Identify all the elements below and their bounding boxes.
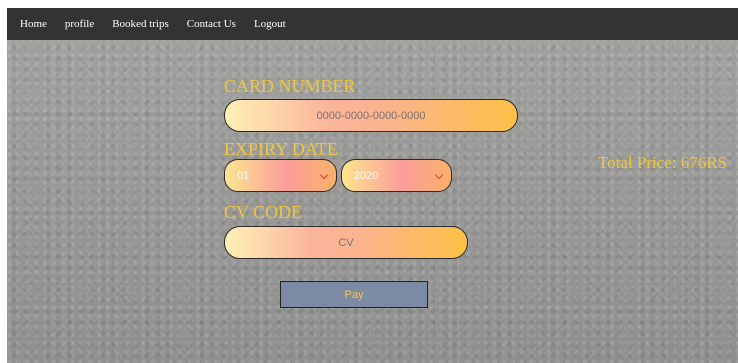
nav-booked-trips[interactable]: Booked trips: [103, 8, 178, 40]
expiry-date-label: EXPIRY DATE: [224, 139, 338, 159]
cv-code-input[interactable]: CV: [224, 226, 468, 259]
card-number-input[interactable]: 0000-0000-0000-0000: [224, 99, 518, 132]
chevron-down-icon: [434, 170, 444, 179]
cv-code-placeholder: CV: [338, 236, 354, 249]
card-number-label: CARD NUMBER: [224, 76, 356, 96]
nav-home[interactable]: Home: [7, 8, 56, 40]
expiry-year-value: 2020: [354, 169, 379, 182]
nav-logout[interactable]: Logout: [245, 8, 295, 40]
total-price: Total Price: 676RS: [598, 153, 728, 172]
expiry-month-select[interactable]: 01: [224, 159, 337, 192]
chevron-down-icon: [319, 170, 329, 179]
pay-button[interactable]: Pay: [280, 281, 428, 308]
expiry-month-value: 01: [237, 169, 250, 182]
nav-profile[interactable]: profile: [56, 8, 103, 40]
top-navbar: Home profile Booked trips Contact Us Log…: [7, 8, 738, 40]
payment-page: Home profile Booked trips Contact Us Log…: [0, 0, 738, 363]
expiry-year-select[interactable]: 2020: [341, 159, 452, 192]
card-number-placeholder: 0000-0000-0000-0000: [316, 109, 426, 122]
nav-contact-us[interactable]: Contact Us: [178, 8, 245, 40]
cv-code-label: CV CODE: [224, 202, 303, 222]
